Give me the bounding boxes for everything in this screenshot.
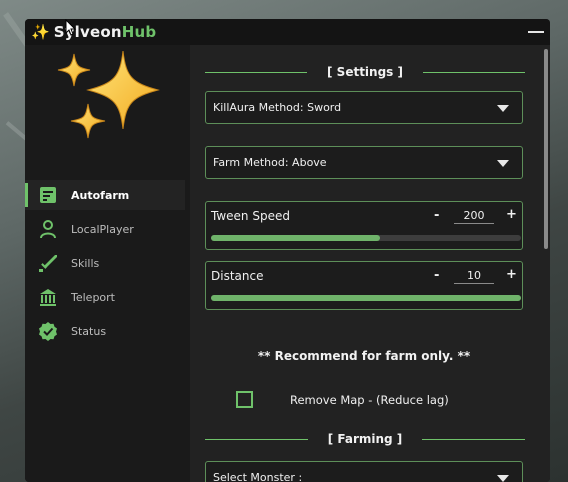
increment-button[interactable]: + [506,207,517,222]
select-monster-dropdown[interactable]: Select Monster : [205,461,523,482]
slider-value-input[interactable]: 200 [454,209,494,224]
sidebar: Autofarm LocalPlayer Skills Teleport Sta… [25,45,190,482]
slider-label: Tween Speed [211,209,290,223]
sidebar-item-status[interactable]: Status [25,316,185,346]
dropdown-value: KillAura Method: Sword [213,101,342,114]
sidebar-item-teleport[interactable]: Teleport [25,282,185,312]
killaura-method-dropdown[interactable]: KillAura Method: Sword [205,91,523,124]
increment-button[interactable]: + [506,267,517,282]
sidebar-nav: Autofarm LocalPlayer Skills Teleport Sta… [25,180,185,350]
slider-track[interactable] [211,295,521,301]
dropdown-value: Select Monster : [213,471,303,482]
sidebar-item-localplayer[interactable]: LocalPlayer [25,214,185,244]
main-panel: [ Settings ] KillAura Method: Sword Farm… [190,45,550,482]
bank-icon [37,286,59,308]
badge-check-icon [37,320,59,342]
title-prefix: Sylveon [53,23,122,41]
dropdown-value: Farm Method: Above [213,156,327,169]
remove-map-checkbox[interactable] [236,391,253,408]
chevron-down-icon [497,475,509,482]
chevron-down-icon [497,160,509,167]
decrement-button[interactable]: - [434,268,439,283]
chevron-down-icon [497,105,509,112]
sword-icon [37,252,59,274]
slider-fill [211,295,521,301]
divider [422,71,525,73]
slider-label: Distance [211,269,264,283]
slider-fill [211,235,380,241]
sidebar-item-label: Autofarm [71,188,130,202]
recommend-note: ** Recommend for farm only. ** [257,349,471,363]
sparkles-title-icon: ✨ [31,23,50,41]
clipboard-icon [37,184,59,206]
slider-track[interactable] [211,235,521,241]
distance-slider: Distance - 10 + [205,261,523,310]
settings-header-text: [ Settings ] [327,65,403,79]
sidebar-item-label: Teleport [71,290,115,304]
tween-speed-slider: Tween Speed - 200 + [205,201,523,250]
sidebar-item-label: Status [71,324,107,338]
slider-value-input[interactable]: 10 [454,269,494,284]
sidebar-item-skills[interactable]: Skills [25,248,185,278]
remove-map-label: Remove Map - (Reduce lag) [290,393,449,407]
minimize-icon[interactable] [528,31,544,33]
scrollbar[interactable] [544,49,548,249]
person-icon [37,218,59,240]
farming-header: [ Farming ] [205,430,525,448]
title-bar[interactable]: ✨ SylveonHub [25,19,550,45]
title-suffix: Hub [121,23,157,41]
divider [422,438,525,440]
settings-header: [ Settings ] [205,63,525,81]
farming-header-text: [ Farming ] [327,432,403,446]
decrement-button[interactable]: - [434,208,439,223]
sidebar-item-autofarm[interactable]: Autofarm [25,180,185,210]
sidebar-item-label: Skills [71,256,100,270]
divider [205,438,308,440]
divider [205,71,308,73]
mouse-cursor-icon [65,19,77,36]
farm-method-dropdown[interactable]: Farm Method: Above [205,146,523,179]
sidebar-item-label: LocalPlayer [71,222,134,236]
sparkles-icon [57,50,160,139]
hub-window: ✨ SylveonHub Autofarm LocalPlayer Skills… [25,19,550,482]
